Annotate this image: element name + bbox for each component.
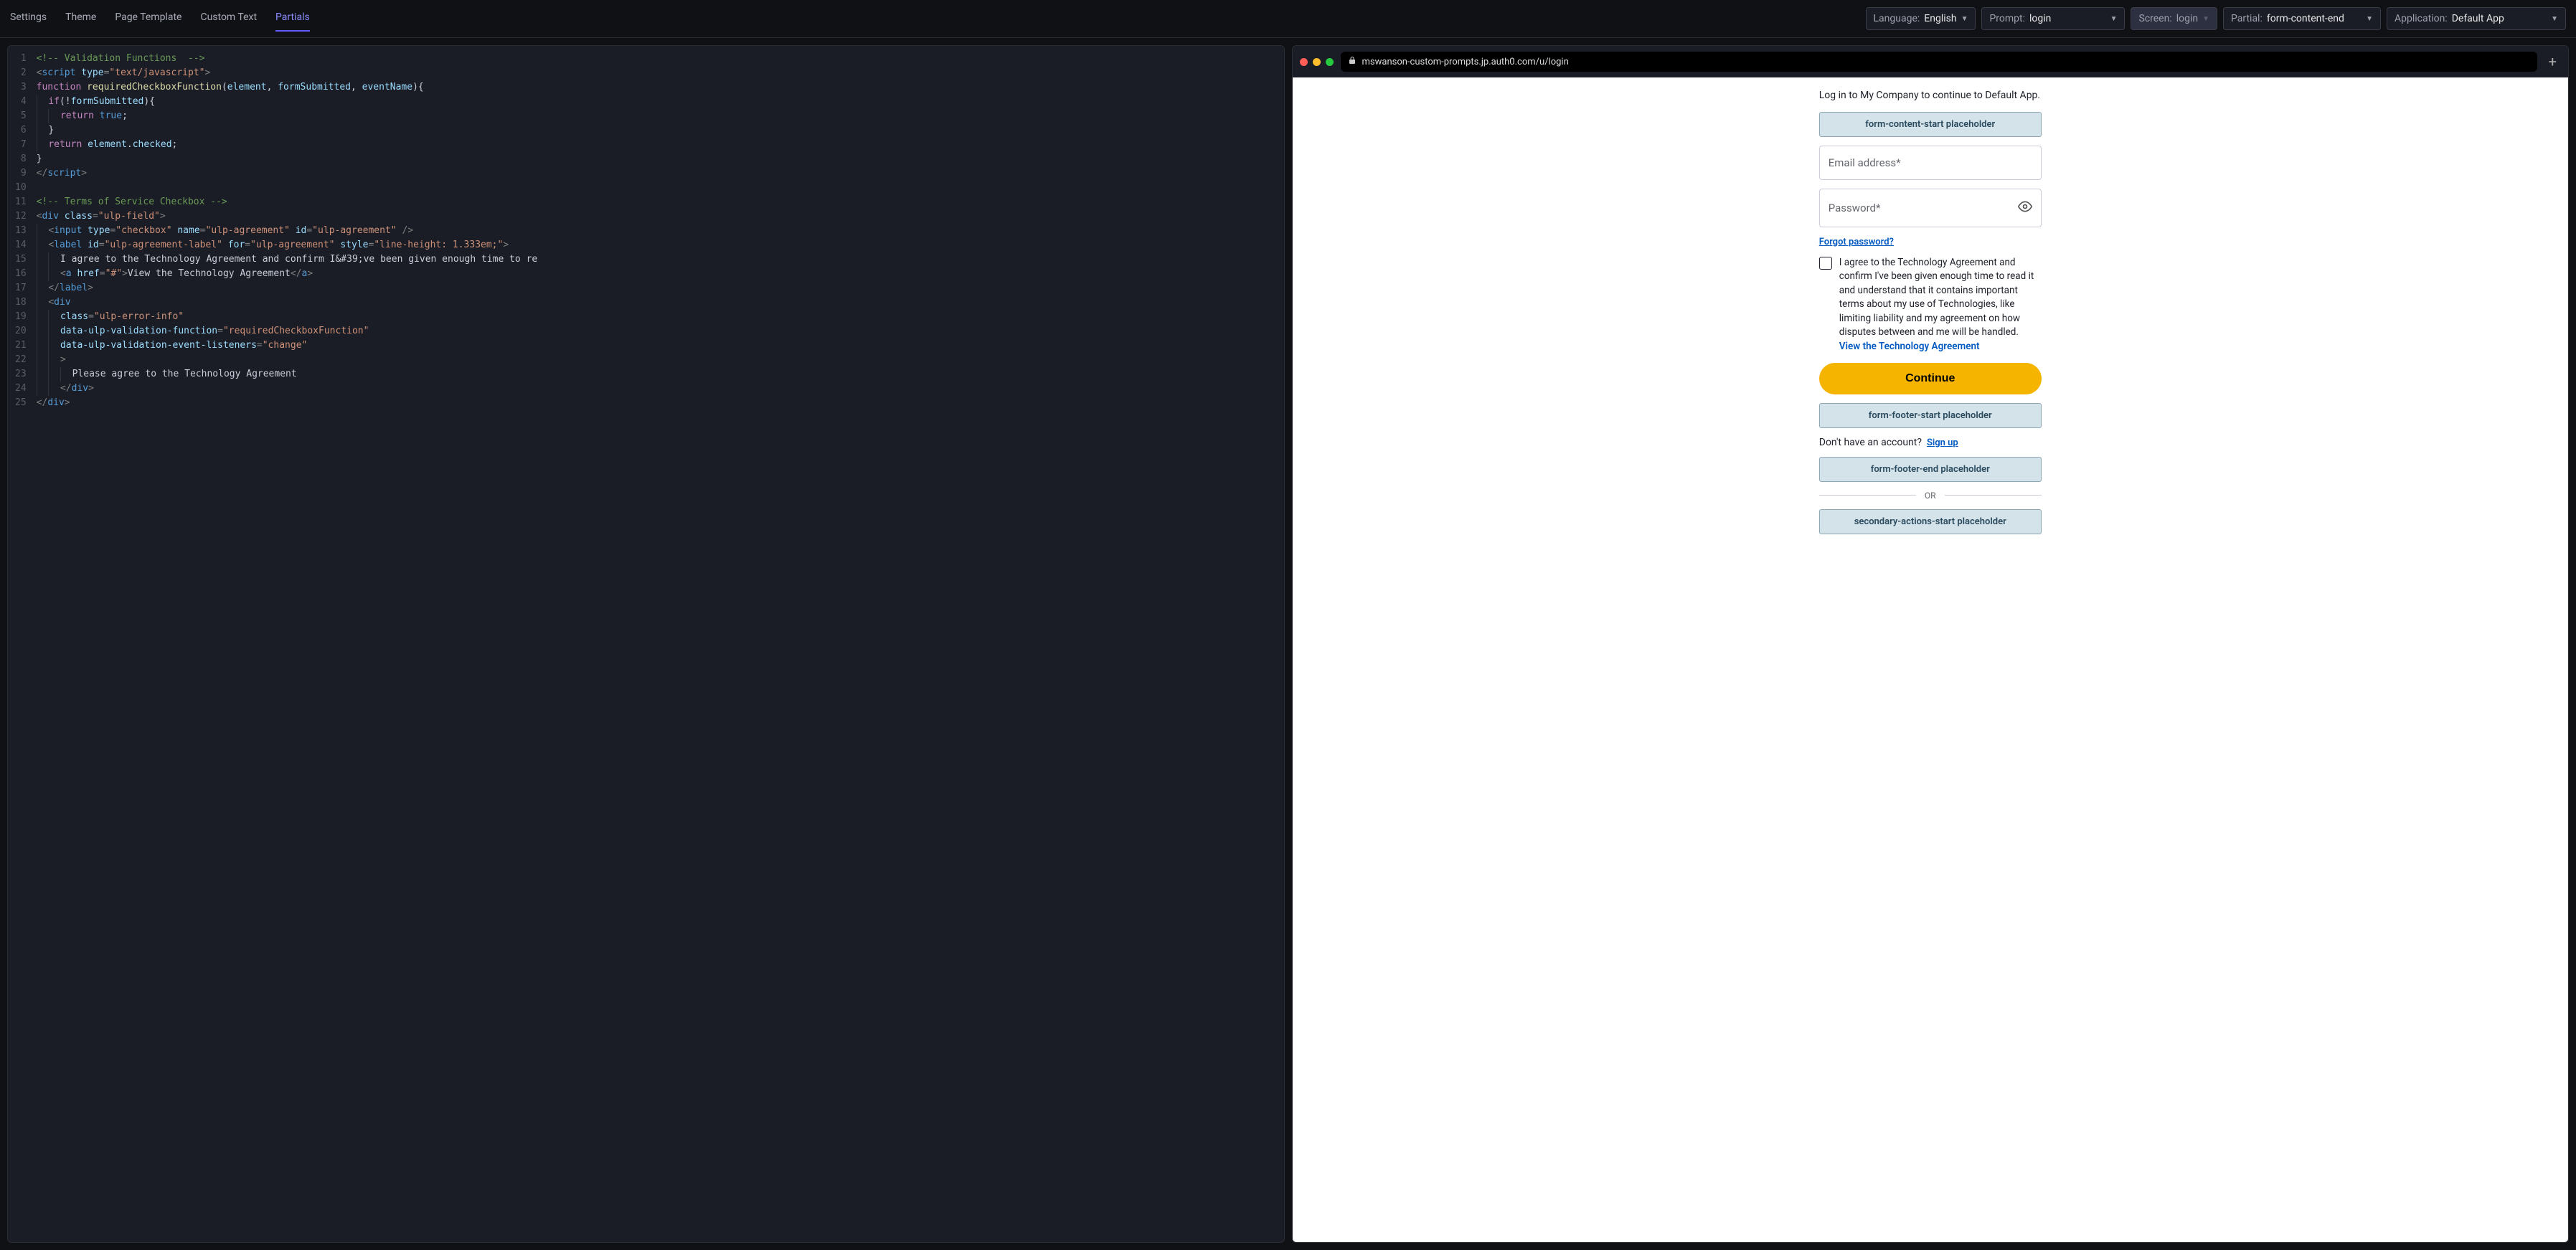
new-tab-button[interactable]: + — [2544, 53, 2561, 70]
screen-dropdown[interactable]: Screen: login ▼ — [2131, 7, 2217, 30]
password-field[interactable]: Password* — [1819, 189, 2042, 227]
eye-icon[interactable] — [2018, 199, 2032, 217]
tab-partials[interactable]: Partials — [275, 7, 310, 32]
agreement-row: I agree to the Technology Agreement and … — [1819, 256, 2042, 354]
forgot-password-link[interactable]: Forgot password? — [1819, 237, 1894, 247]
browser-chrome: mswanson-custom-prompts.jp.auth0.com/u/l… — [1293, 46, 2569, 77]
maximize-dot-icon[interactable] — [1326, 58, 1334, 66]
language-dropdown[interactable]: Language: English ▼ — [1866, 7, 1976, 30]
application-dropdown[interactable]: Application: Default App ▼ — [2387, 7, 2566, 30]
url-text: mswanson-custom-prompts.jp.auth0.com/u/l… — [1362, 57, 1569, 67]
language-label: Language: — [1874, 13, 1920, 24]
tab-theme[interactable]: Theme — [65, 7, 96, 30]
chevron-down-icon: ▼ — [2366, 15, 2373, 23]
partial-value: form-content-end — [2267, 13, 2362, 24]
continue-button[interactable]: Continue — [1819, 363, 2042, 394]
tab-settings[interactable]: Settings — [10, 7, 47, 30]
screen-label: Screen: — [2138, 13, 2171, 24]
screen-value: login — [2176, 13, 2198, 24]
email-placeholder: Email address* — [1829, 156, 1901, 169]
application-value: Default App — [2452, 13, 2547, 24]
prompt-label: Prompt: — [1989, 13, 2025, 24]
form-content-start-placeholder: form-content-start placeholder — [1819, 112, 2042, 137]
minimize-dot-icon[interactable] — [1313, 58, 1321, 66]
tab-page-template[interactable]: Page Template — [115, 7, 181, 30]
chevron-down-icon: ▼ — [2202, 15, 2209, 23]
or-divider: OR — [1819, 491, 2042, 501]
partial-label: Partial: — [2231, 13, 2263, 24]
password-placeholder: Password* — [1829, 202, 1881, 214]
secondary-actions-start-placeholder: secondary-actions-start placeholder — [1819, 509, 2042, 534]
signup-row: Don't have an account? Sign up — [1819, 437, 2042, 448]
chevron-down-icon: ▼ — [1961, 15, 1968, 23]
email-field[interactable]: Email address* — [1819, 146, 2042, 180]
window-controls — [1300, 58, 1334, 66]
close-dot-icon[interactable] — [1300, 58, 1308, 66]
partial-dropdown[interactable]: Partial: form-content-end ▼ — [2223, 7, 2381, 30]
code-editor[interactable]: 1234567891011121314151617181920212223242… — [7, 45, 1285, 1243]
topbar: Settings Theme Page Template Custom Text… — [0, 0, 2576, 38]
agreement-link[interactable]: View the Technology Agreement — [1839, 341, 1980, 352]
code-body[interactable]: <!-- Validation Functions --><script typ… — [37, 46, 1284, 1242]
chevron-down-icon: ▼ — [2551, 15, 2558, 23]
tab-custom-text[interactable]: Custom Text — [200, 7, 257, 30]
selectors: Language: English ▼ Prompt: login ▼ Scre… — [1866, 7, 2567, 30]
agreement-text: I agree to the Technology Agreement and … — [1839, 256, 2042, 354]
prompt-dropdown[interactable]: Prompt: login ▼ — [1981, 7, 2125, 30]
signup-prompt: Don't have an account? — [1819, 437, 1922, 448]
url-bar[interactable]: mswanson-custom-prompts.jp.auth0.com/u/l… — [1341, 52, 2537, 72]
signup-link[interactable]: Sign up — [1927, 437, 1958, 448]
chevron-down-icon: ▼ — [2110, 15, 2118, 23]
agreement-checkbox[interactable] — [1819, 257, 1832, 270]
tabs: Settings Theme Page Template Custom Text… — [10, 7, 310, 30]
form-footer-end-placeholder: form-footer-end placeholder — [1819, 457, 2042, 482]
preview-pane: mswanson-custom-prompts.jp.auth0.com/u/l… — [1292, 45, 2570, 1243]
language-value: English — [1924, 13, 1956, 24]
line-gutter: 1234567891011121314151617181920212223242… — [8, 46, 37, 1242]
prompt-value: login — [2029, 13, 2106, 24]
preview-body: Log in to My Company to continue to Defa… — [1293, 77, 2569, 1242]
login-subtitle: Log in to My Company to continue to Defa… — [1819, 89, 2042, 103]
application-label: Application: — [2395, 13, 2448, 24]
lock-icon — [1348, 56, 1357, 67]
form-footer-start-placeholder: form-footer-start placeholder — [1819, 403, 2042, 428]
